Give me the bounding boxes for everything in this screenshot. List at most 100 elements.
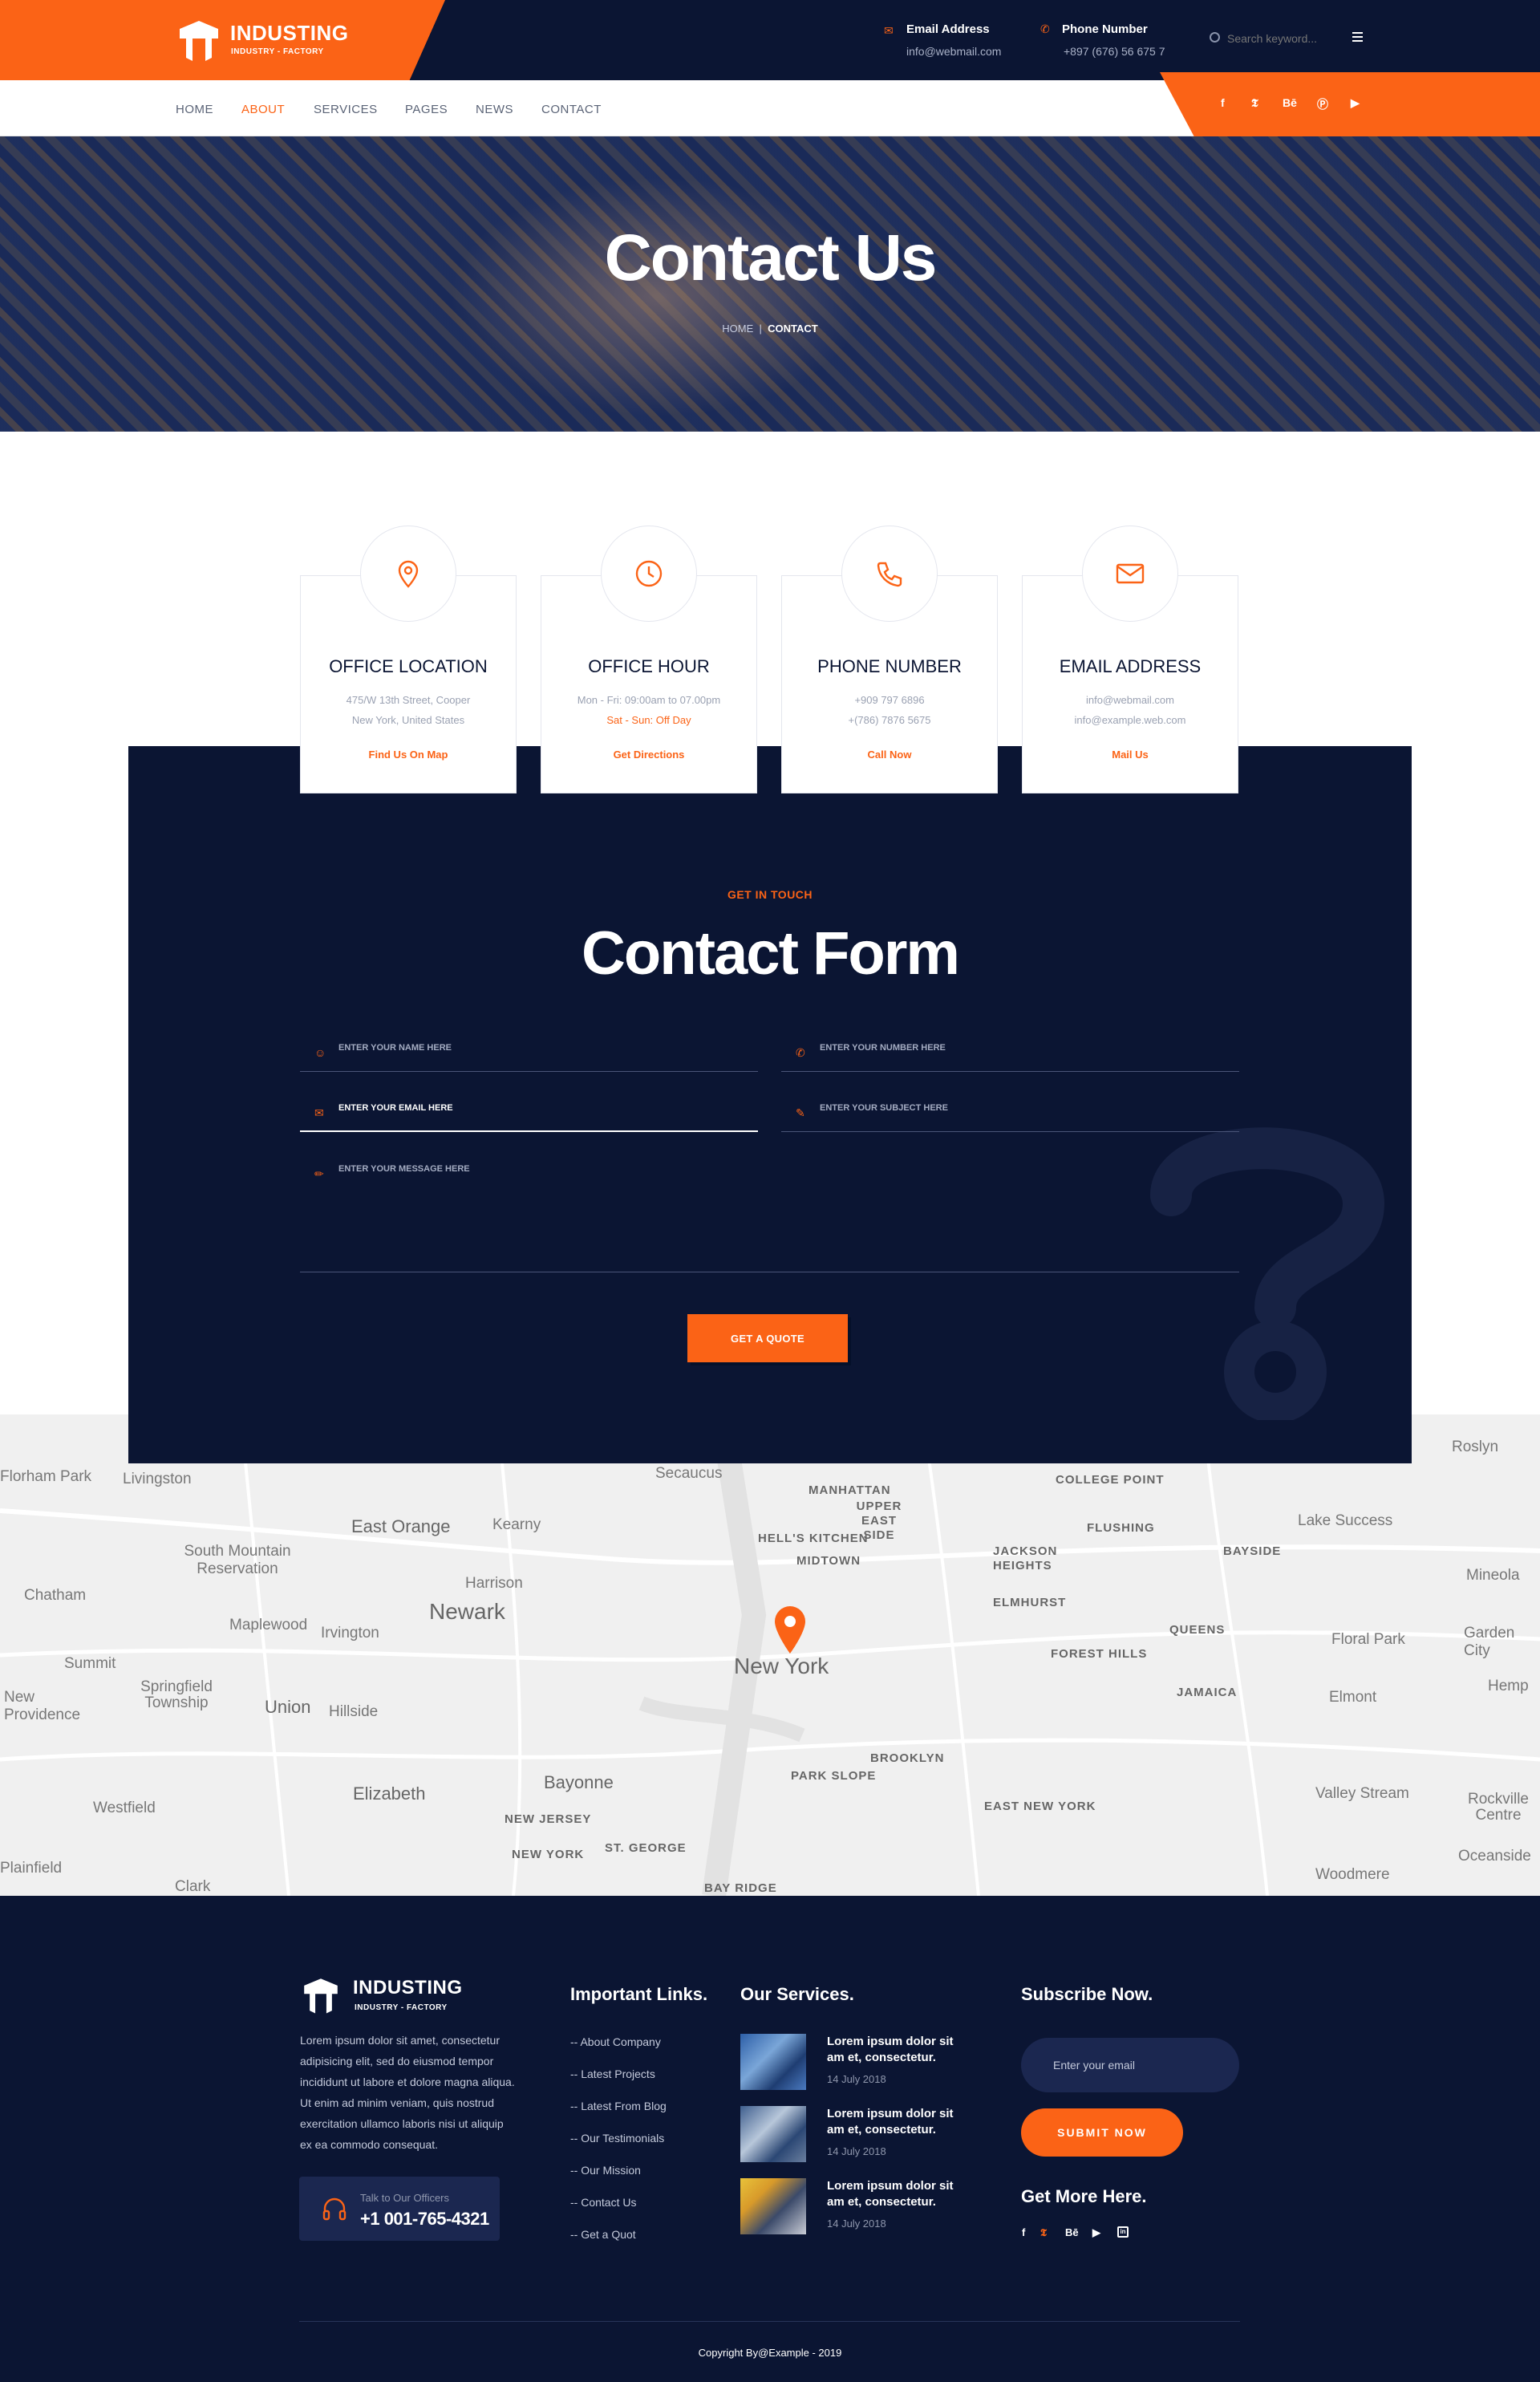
name-field[interactable]: ☺ [300,1037,758,1072]
number-field[interactable]: ✆ [781,1037,1239,1072]
phone-icon: ✆ [1040,22,1050,35]
hero-background-image [449,177,866,417]
breadcrumb-separator: | [756,323,765,335]
footer-link[interactable]: -- Latest Projects [570,2068,655,2080]
footer-link[interactable]: -- Contact Us [570,2196,636,2209]
edit-icon: ✎ [796,1106,805,1119]
linkedin-icon[interactable]: in [1117,2226,1129,2238]
map-label: Floral Park [1331,1631,1405,1648]
card-title: OFFICE LOCATION [329,656,488,676]
map-label: BAY RIDGE [704,1881,777,1895]
email-field[interactable]: ✉ [300,1097,758,1132]
get-a-quote-button[interactable]: GET A QUOTE [687,1314,848,1362]
map-label: JACKSON HEIGHTS [993,1544,1058,1572]
call-now-link[interactable]: Call Now [782,749,997,761]
subscribe-title: Subscribe Now. [1021,1984,1153,2004]
map-label: Kearny [492,1516,541,1533]
youtube-icon[interactable]: ▶ [1351,96,1360,110]
helmet-logo-icon [180,21,218,61]
map-label: New York [734,1654,829,1678]
service-thumbnail[interactable] [740,2034,806,2090]
helmet-logo-icon[interactable] [300,1975,342,2015]
footer-link[interactable]: -- Get a Quot [570,2228,636,2241]
mail-us-link[interactable]: Mail Us [1023,749,1238,761]
card-line: +909 797 6896 [854,694,925,706]
service-title[interactable]: Lorem ipsum dolor sit am et, consectetur… [827,2106,963,2138]
youtube-icon[interactable]: ▶ [1092,2226,1100,2239]
twitter-icon[interactable]: 𝕿 [1251,96,1258,110]
nav-news[interactable]: NEWS [476,103,513,116]
pinterest-icon[interactable]: Ⓟ [1317,96,1328,112]
service-title[interactable]: Lorem ipsum dolor sit am et, consectetur… [827,2034,963,2066]
subject-field[interactable]: ✎ [781,1097,1239,1132]
search-icon[interactable] [1210,32,1220,43]
twitter-icon[interactable]: 𝕿 [1040,2226,1047,2239]
map-label: JAMAICA [1177,1686,1238,1699]
header-email-label: Email Address [906,22,990,36]
clock-icon [635,560,663,587]
message-field[interactable]: ✏ [300,1158,1239,1272]
map-label: Livingston [123,1471,192,1487]
behance-icon[interactable]: Bē [1065,2226,1079,2238]
location-map[interactable]: Florham Park Livingston Secaucus MANHATT… [0,1414,1540,1896]
nav-home[interactable]: HOME [176,103,213,116]
card-line: New York, United States [351,714,465,726]
brand-name: INDUSTING [230,21,349,45]
envelope-icon: ✉ [884,24,894,37]
service-thumbnail[interactable] [740,2178,806,2234]
header-email-value[interactable]: info@webmail.com [906,45,1001,58]
facebook-icon[interactable]: f [1221,96,1225,109]
card-title: PHONE NUMBER [817,656,962,676]
logo-block[interactable]: INDUSTING INDUSTRY - FACTORY [0,0,445,80]
facebook-icon[interactable]: f [1022,2226,1025,2238]
map-label: Harrison [465,1575,523,1592]
footer-link[interactable]: -- About Company [570,2035,661,2048]
map-label: New Providence [4,1689,81,1723]
nav-services[interactable]: SERVICES [314,103,378,116]
card-line: Mon - Fri: 09:00am to 07.00pm [577,694,721,706]
service-thumbnail[interactable] [740,2106,806,2162]
find-on-map-link[interactable]: Find Us On Map [301,749,516,761]
get-directions-link[interactable]: Get Directions [541,749,756,761]
footer-link[interactable]: -- Latest From Blog [570,2100,667,2112]
header-phone-value[interactable]: +897 (676) 56 675 7 [1064,45,1165,58]
footer-brand-tagline: INDUSTRY - FACTORY [355,2003,448,2012]
number-input[interactable] [820,1043,1186,1053]
subject-input[interactable] [820,1103,1186,1113]
map-label: BROOKLYN [870,1751,945,1765]
menu-hamburger-icon[interactable] [1352,32,1363,42]
map-label: FOREST HILLS [1051,1647,1148,1661]
name-input[interactable] [338,1043,705,1053]
nav-pages[interactable]: PAGES [405,103,448,116]
email-input[interactable] [338,1103,705,1113]
subscribe-submit-button[interactable]: SUBMIT NOW [1021,2108,1183,2157]
nav-contact[interactable]: CONTACT [541,103,602,116]
map-label: Rockville Centre [1467,1791,1530,1824]
card-line: Sat - Sun: Off Day [606,714,691,726]
map-label: Newark [429,1599,505,1624]
map-label: NEW JERSEY [505,1812,592,1826]
map-label: Valley Stream [1315,1785,1409,1802]
service-title[interactable]: Lorem ipsum dolor sit am et, consectetur… [827,2178,963,2210]
newsletter-email-input[interactable] [1021,2038,1239,2092]
service-date: 14 July 2018 [827,2218,886,2230]
footer-link[interactable]: -- Our Testimonials [570,2132,664,2145]
breadcrumb-home[interactable]: HOME [722,323,753,335]
phone-icon [877,562,902,587]
search-input[interactable] [1227,29,1331,48]
map-label: ELMHURST [993,1596,1067,1609]
call-label: Talk to Our Officers [360,2192,450,2204]
nav-about[interactable]: ABOUT [241,103,285,116]
map-pin-marker-icon[interactable] [772,1604,808,1655]
card-icon-circle [601,526,697,622]
call-number[interactable]: +1 001-765-4321 [360,2209,489,2230]
map-label: Hemp [1488,1678,1529,1694]
footer-link[interactable]: -- Our Mission [570,2164,641,2177]
brand-tagline: INDUSTRY - FACTORY [231,47,324,56]
message-input[interactable] [338,1164,1090,1260]
call-box[interactable]: Talk to Our Officers +1 001-765-4321 [299,2177,500,2241]
social-strip: f 𝕿 Bē Ⓟ ▶ [1160,72,1540,136]
services-title: Our Services. [740,1984,854,2004]
map-label: BAYSIDE [1223,1544,1282,1558]
behance-icon[interactable]: Bē [1283,96,1297,109]
